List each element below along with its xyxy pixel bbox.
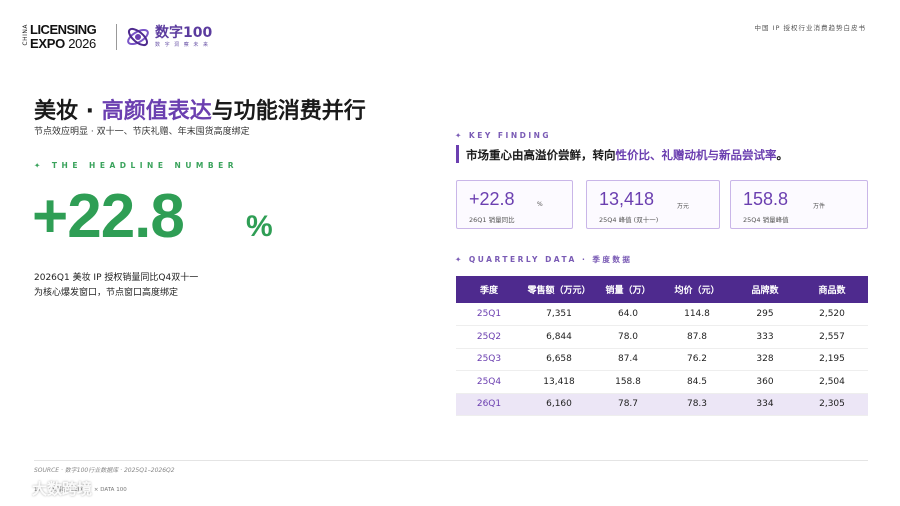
table-cell: 158.8 [596, 370, 660, 394]
headline-label-text: THE HEADLINE NUMBER [51, 161, 239, 170]
page-subtitle: 节点效应明显 · 双十一、节庆礼赠、年末囤货高度绑定 [34, 127, 250, 137]
report-title: 中国 IP 授权行业消费趋势白皮书 [754, 24, 866, 32]
stat-card-value: 158.8 [743, 189, 789, 209]
star-icon: ✦ [34, 161, 45, 170]
key-finding-text-part2: 。 [776, 148, 789, 162]
key-finding-label: ✦ KEY FINDING [455, 131, 551, 140]
star-icon: ✦ [455, 131, 464, 140]
headline-description-line1: 2026Q1 美妆 IP 授权销量同比Q4双十一 [34, 273, 199, 283]
key-finding-label-text: KEY FINDING [468, 131, 552, 140]
logo-divider [116, 24, 117, 50]
headline-unit: % [246, 210, 273, 243]
table-row-highlighted: 26Q1 6,160 78.7 78.3 334 2,305 [456, 393, 868, 416]
table-header-row: 季度 零售额（万元） 销量（万） 均价（元） 品牌数 商品数 [456, 276, 868, 303]
column-header: 季度 [456, 276, 522, 303]
stat-card-caption: 26Q1 销量同比 [469, 216, 515, 224]
table-row: 25Q4 13,418 158.8 84.5 360 2,504 [456, 370, 868, 394]
page-title: 美妆 · 高颜值表达与功能消费并行 [34, 93, 366, 125]
brand-orbit-icon [127, 27, 149, 47]
headline-number: +22.8 [32, 182, 185, 251]
brand-text: 数字100 数 字 洞 察 未 来 [155, 24, 213, 49]
stat-card-peak-volume: 158.8 万件 25Q4 销量峰值 [730, 180, 868, 229]
column-header: 均价（元） [660, 276, 734, 303]
stat-card-value: +22.8 [469, 189, 515, 209]
table-cell: 2,557 [796, 325, 868, 349]
table-cell: 328 [734, 348, 796, 371]
column-header: 商品数 [796, 276, 868, 303]
table-cell: 64.0 [596, 303, 660, 326]
table-cell: 76.2 [660, 348, 734, 371]
table-cell: 87.4 [596, 348, 660, 371]
stat-card-value: 13,418 [599, 189, 655, 209]
brand-name: 数字100 [155, 24, 213, 41]
key-finding-text-part1: 市场重心由高溢价尝鲜，转向 [466, 148, 616, 162]
footer-divider [34, 460, 868, 461]
table-cell: 26Q1 [456, 393, 522, 416]
footer-tag: × DATA 100 [93, 487, 127, 493]
logo-expo-word: EXPO [30, 36, 65, 51]
table-cell: 25Q1 [456, 303, 522, 326]
logo-china: CHINA [22, 24, 29, 46]
table-cell: 25Q2 [456, 325, 522, 349]
table-cell: 2,520 [796, 303, 868, 326]
key-finding-accent-bar [456, 145, 459, 163]
table-cell: 334 [734, 393, 796, 416]
stat-card-peak-sales: 13,418 万元 25Q4 峰值 (双十一) [586, 180, 720, 229]
key-finding-text-highlight: 性价比、礼赠动机与新品尝试率 [615, 148, 777, 162]
table-row: 25Q2 6,844 78.0 87.8 333 2,557 [456, 325, 868, 349]
table-cell: 87.8 [660, 325, 734, 349]
column-header: 零售额（万元） [522, 276, 596, 303]
stat-card-caption: 25Q4 销量峰值 [743, 216, 789, 224]
table-cell: 360 [734, 370, 796, 394]
table-cell: 2,195 [796, 348, 868, 371]
brand-subtitle: 数 字 洞 察 未 来 [155, 41, 210, 48]
table-cell: 78.7 [596, 393, 660, 416]
table-cell: 13,418 [522, 370, 596, 394]
quarterly-data-label-text: QUARTERLY DATA · 季度数据 [468, 255, 633, 264]
stat-card-unit: 万元 [677, 203, 690, 210]
logo-expo: EXPO 2026 [30, 36, 96, 51]
logo-block: CHINA LICENSING EXPO 2026 数字100 数 字 洞 察 … [22, 22, 212, 52]
headline-label: ✦ THE HEADLINE NUMBER [34, 161, 238, 170]
key-finding-text: 市场重心由高溢价尝鲜，转向性价比、礼赠动机与新品尝试率。 [466, 147, 788, 163]
table-cell: 6,160 [522, 393, 596, 416]
table-cell: 6,844 [522, 325, 596, 349]
table-cell: 25Q4 [456, 370, 522, 394]
stat-card-caption: 25Q4 峰值 (双十一) [599, 216, 659, 224]
table-cell: 84.5 [660, 370, 734, 394]
title-part1: 美妆 · [34, 99, 102, 124]
headline-description-line2: 为核心爆发窗口，节点窗口高度绑定 [34, 288, 179, 298]
stat-card-yoy: +22.8 % 26Q1 销量同比 [456, 180, 573, 229]
table-cell: 78.3 [660, 393, 734, 416]
stat-card-unit: 万件 [813, 203, 826, 210]
column-header: 销量（万） [596, 276, 660, 303]
table-cell: 2,504 [796, 370, 868, 394]
licensing-expo-logo: CHINA LICENSING EXPO 2026 [22, 22, 108, 52]
logo-licensing: LICENSING [30, 22, 97, 37]
column-header: 品牌数 [734, 276, 796, 303]
title-highlight: 高颜值表达 [101, 99, 212, 124]
table-cell: 78.0 [596, 325, 660, 349]
table-cell: 25Q3 [456, 348, 522, 371]
table-cell: 295 [734, 303, 796, 326]
title-part2: 与功能消费并行 [211, 99, 366, 124]
table-row: 25Q1 7,351 64.0 114.8 295 2,520 [456, 303, 868, 326]
quarterly-data-label: ✦ QUARTERLY DATA · 季度数据 [455, 254, 632, 265]
watermark: 大数跨境 [10, 478, 92, 499]
watermark-logo-icon [10, 483, 28, 494]
star-icon: ✦ [455, 255, 464, 264]
table-row: 25Q3 6,658 87.4 76.2 328 2,195 [456, 348, 868, 371]
table-cell: 114.8 [660, 303, 734, 326]
source-note: SOURCE · 数字100行业数据库 · 2025Q1–2026Q2 [34, 467, 175, 474]
watermark-text: 大数跨境 [32, 480, 93, 498]
table-cell: 7,351 [522, 303, 596, 326]
logo-expo-year: 2026 [68, 36, 96, 51]
stat-card-unit: % [537, 201, 543, 208]
quarterly-data-table: 季度 零售额（万元） 销量（万） 均价（元） 品牌数 商品数 25Q1 7,35… [456, 276, 868, 416]
table-cell: 6,658 [522, 348, 596, 371]
table-cell: 2,305 [796, 393, 868, 416]
table-cell: 333 [734, 325, 796, 349]
